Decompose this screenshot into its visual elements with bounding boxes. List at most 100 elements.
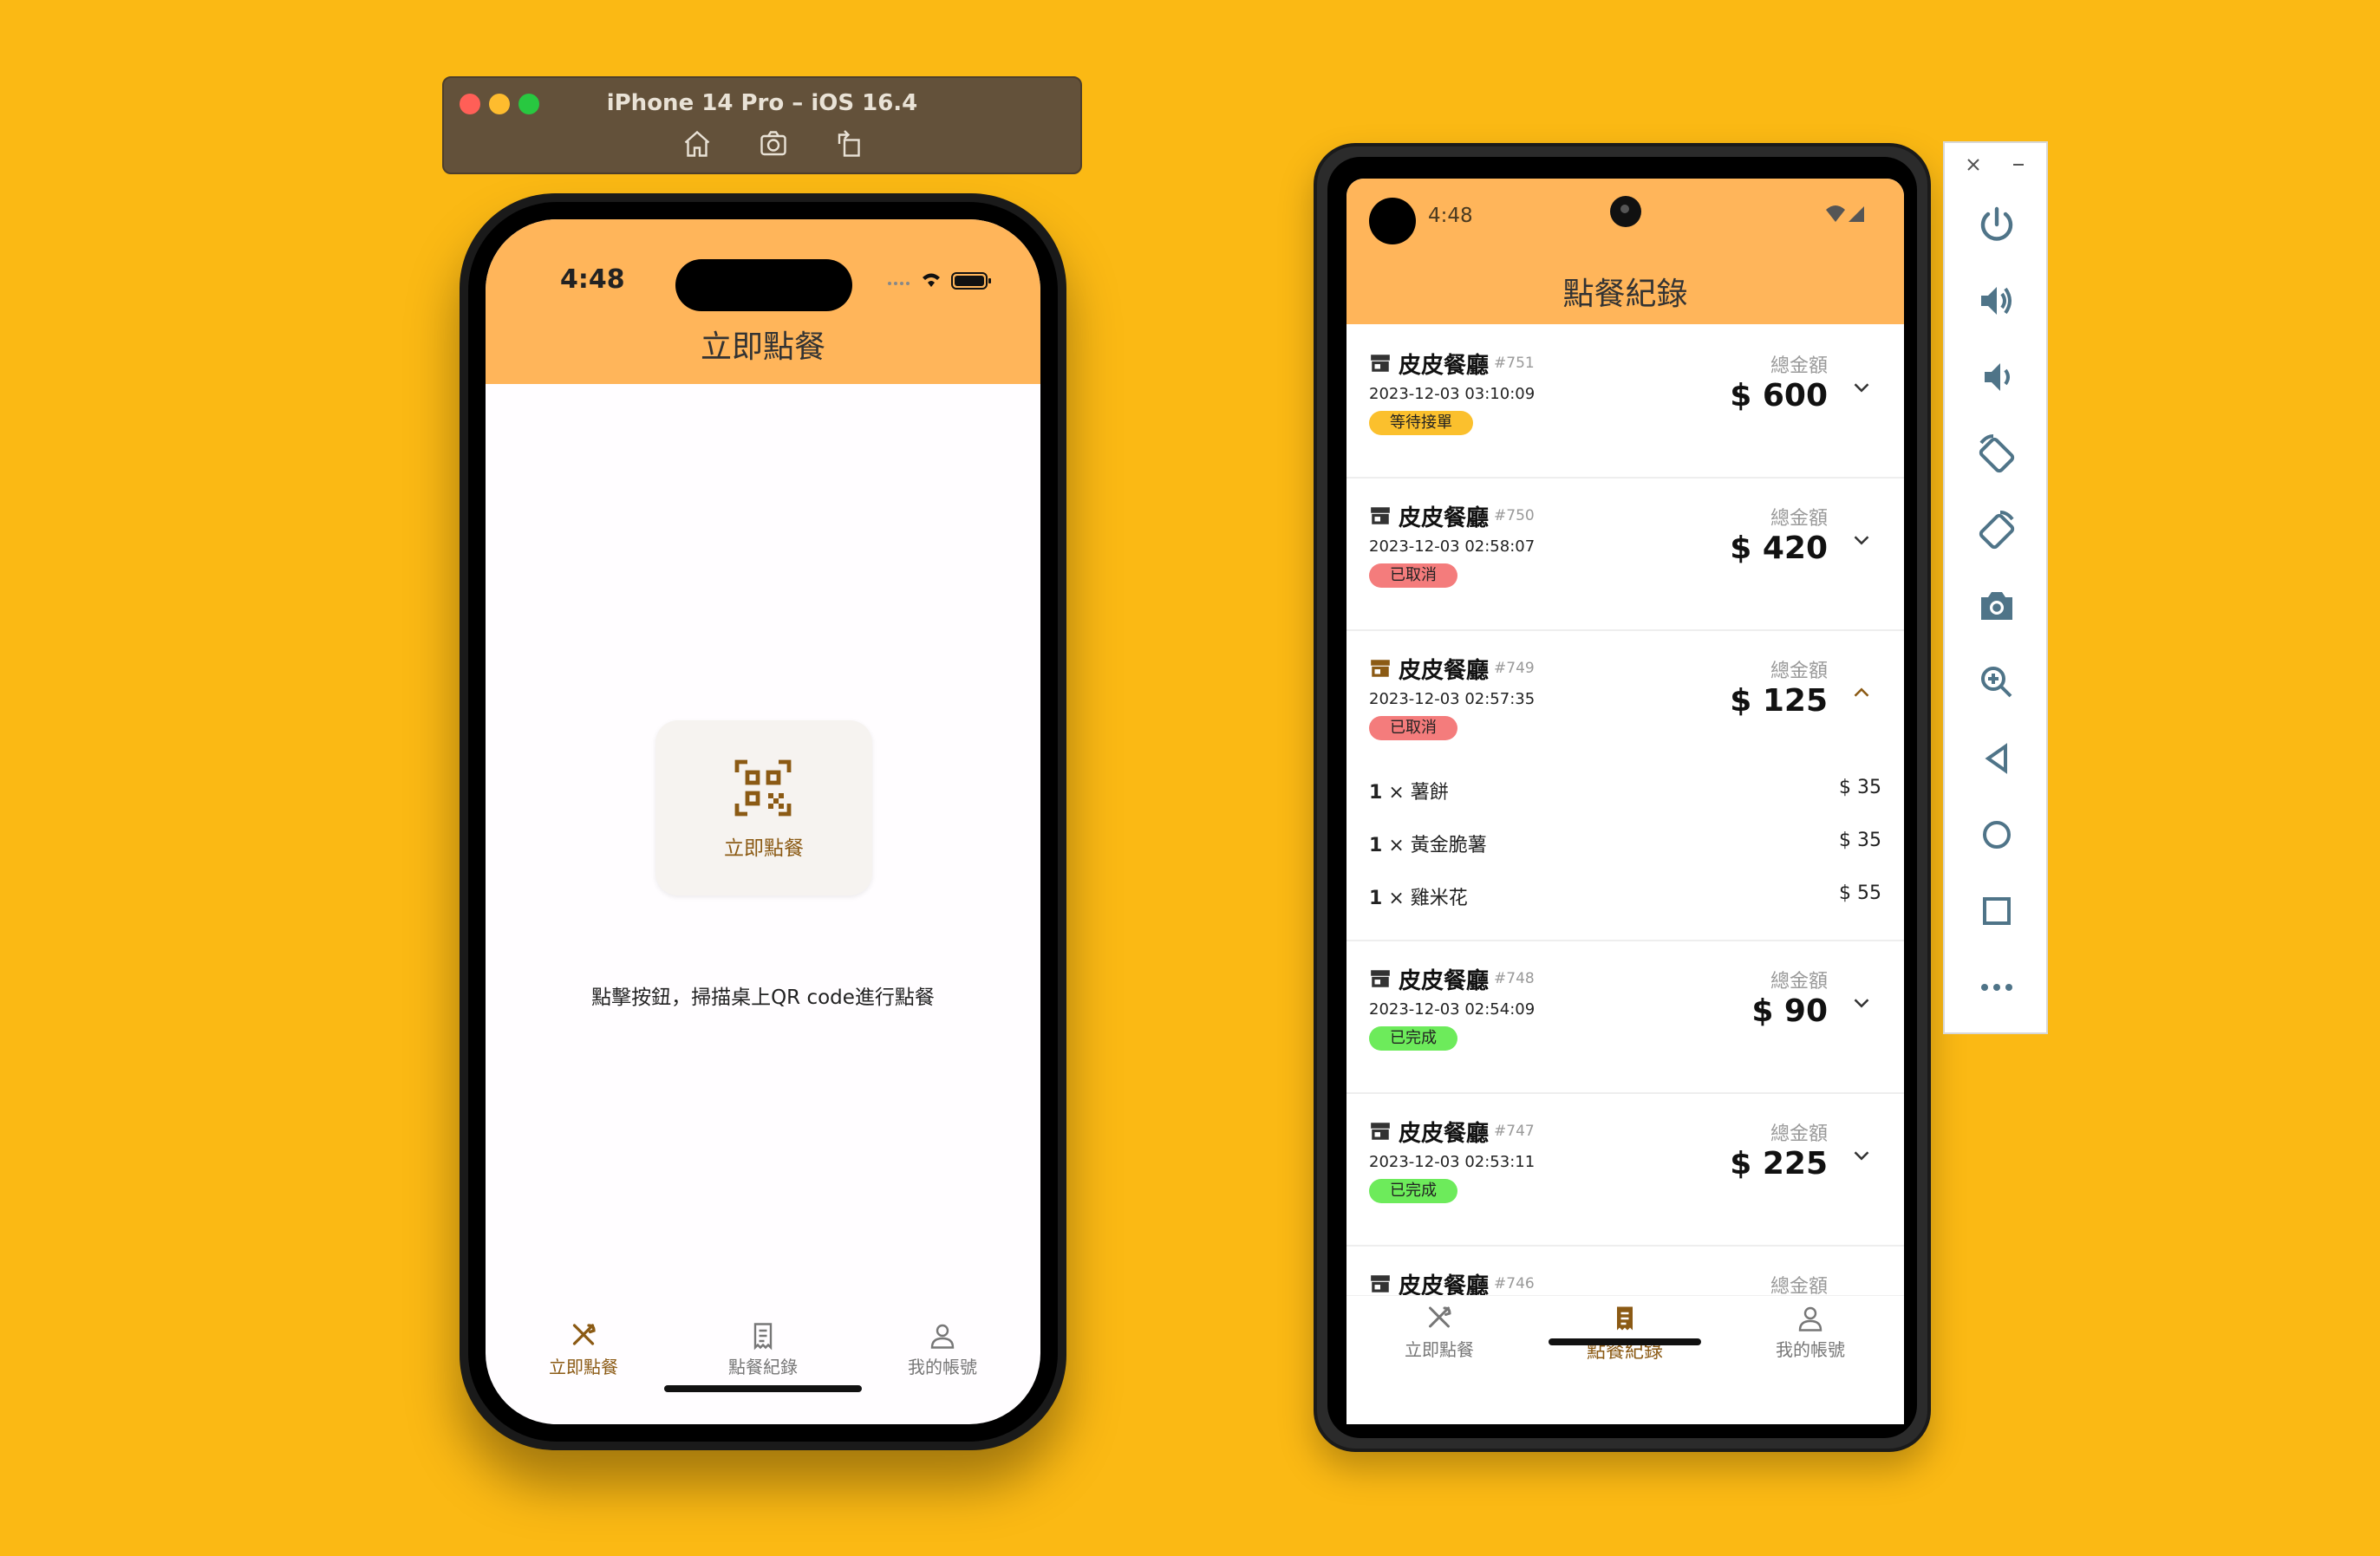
page-title: 點餐紀錄 — [1562, 277, 1688, 312]
nav-tab-account[interactable]: 我的帳號 — [1718, 1303, 1903, 1361]
order-amount: $ 225 — [1730, 1146, 1828, 1182]
item-qty: 1 — [1369, 782, 1383, 804]
order-number: #747 — [1494, 1123, 1535, 1140]
order-item-row: 1 × 薯餅 $ 35 — [1369, 777, 1881, 811]
receipt-icon — [1617, 1306, 1633, 1331]
nav-tab-order-now[interactable]: 立即點餐 — [497, 1320, 670, 1378]
item-name: × 薯餅 — [1388, 782, 1449, 804]
emulator-toolbar — [1943, 141, 2048, 1034]
nav-tab-order-history[interactable]: 點餐紀錄 — [676, 1320, 850, 1378]
store-icon — [1371, 1275, 1390, 1292]
store-icon — [1371, 970, 1390, 987]
order-amount: $ 125 — [1730, 683, 1828, 719]
cell-signal-icon — [1849, 206, 1864, 222]
iphone-screen: 4:48 立即點餐 立即點餐 點擊按鈕，掃描桌上QR code進行點餐 立即點餐… — [486, 219, 1040, 1424]
rotate-icon[interactable] — [834, 128, 869, 163]
dynamic-island — [675, 259, 852, 311]
chevron-down-icon[interactable] — [1849, 1143, 1875, 1169]
order-datetime: 2023-12-03 03:10:09 — [1369, 385, 1536, 403]
back-icon[interactable] — [1976, 738, 2018, 779]
home-icon[interactable] — [681, 128, 716, 163]
total-label: 總金額 — [1770, 508, 1828, 530]
order-datetime: 2023-12-03 02:57:35 — [1369, 690, 1536, 708]
zoom-icon[interactable] — [1976, 661, 2018, 703]
wifi-icon — [923, 273, 940, 287]
volume-up-icon[interactable] — [1976, 280, 2018, 322]
bottom-nav: 立即點餐 點餐紀錄 我的帳號 — [1346, 1295, 1904, 1374]
volume-down-icon[interactable] — [1976, 356, 2018, 398]
home-indicator[interactable] — [664, 1385, 862, 1392]
close-icon[interactable] — [1964, 155, 1983, 174]
order-card[interactable]: 皮皮餐廳 #746 總金額 — [1346, 1245, 1904, 1295]
order-store: 皮皮餐廳 #747 — [1369, 1117, 1535, 1147]
more-icon[interactable] — [1976, 967, 2018, 1008]
rotate-left-icon[interactable] — [1976, 433, 2018, 474]
store-icon — [1371, 1123, 1390, 1140]
battery-icon — [951, 272, 991, 290]
order-card[interactable]: 皮皮餐廳 #747 2023-12-03 02:53:11 已完成 總金額 $ … — [1346, 1092, 1904, 1247]
utensils-icon — [1429, 1306, 1451, 1328]
screenshot-icon[interactable] — [758, 128, 792, 163]
chevron-up-icon[interactable] — [1849, 680, 1875, 706]
order-store: 皮皮餐廳 #750 — [1369, 501, 1535, 531]
camera-icon[interactable] — [1976, 585, 2018, 627]
nav-label: 我的帳號 — [1776, 1339, 1845, 1360]
order-card[interactable]: 皮皮餐廳 #751 2023-12-03 03:10:09 等待接單 總金額 $… — [1346, 324, 1904, 479]
person-icon — [1798, 1306, 1822, 1331]
signal-icon — [888, 282, 910, 285]
order-datetime: 2023-12-03 02:53:11 — [1369, 1153, 1536, 1171]
order-list[interactable]: 皮皮餐廳 #751 2023-12-03 03:10:09 等待接單 總金額 $… — [1346, 324, 1904, 1295]
item-qty: 1 — [1369, 835, 1383, 856]
item-name: × 黃金脆薯 — [1388, 835, 1487, 856]
qr-code-icon — [734, 759, 792, 817]
total-label: 總金額 — [1770, 1276, 1828, 1295]
scan-button-label: 立即點餐 — [724, 837, 804, 860]
chevron-down-icon[interactable] — [1849, 990, 1875, 1016]
nav-tab-account[interactable]: 我的帳號 — [856, 1320, 1029, 1378]
order-amount: $ 90 — [1751, 993, 1828, 1029]
home-icon[interactable] — [1976, 814, 2018, 856]
status-badge: 已完成 — [1369, 1026, 1457, 1051]
power-icon[interactable] — [1976, 204, 2018, 245]
store-name: 皮皮餐廳 — [1399, 657, 1490, 684]
total-label: 總金額 — [1770, 971, 1828, 993]
nav-tab-order-history[interactable]: 點餐紀錄 — [1532, 1303, 1718, 1364]
store-icon — [1371, 355, 1390, 372]
order-card[interactable]: 皮皮餐廳 #750 2023-12-03 02:58:07 已取消 總金額 $ … — [1346, 477, 1904, 631]
android-screen: 4:48 點餐紀錄 皮皮餐廳 #751 2023-12-03 03:10:09 … — [1346, 179, 1904, 1424]
item-price: $ 55 — [1839, 882, 1881, 904]
store-name: 皮皮餐廳 — [1399, 505, 1490, 531]
nav-tab-order-now[interactable]: 立即點餐 — [1346, 1303, 1532, 1361]
order-card-expanded[interactable]: 皮皮餐廳 #749 2023-12-03 02:57:35 已取消 總金額 $ … — [1346, 629, 1904, 941]
total-label: 總金額 — [1770, 355, 1828, 377]
rotate-right-icon[interactable] — [1976, 509, 2018, 550]
emulator-window-controls — [1945, 155, 2050, 181]
chevron-down-icon[interactable] — [1849, 527, 1875, 553]
order-number: #749 — [1494, 660, 1535, 677]
chevron-down-icon[interactable] — [1849, 374, 1875, 400]
status-icons — [1826, 205, 1864, 222]
order-store: 皮皮餐廳 #746 — [1369, 1269, 1535, 1295]
order-amount: $ 600 — [1730, 378, 1828, 413]
item-qty: 1 — [1369, 888, 1383, 909]
store-icon — [1371, 507, 1390, 524]
iphone-device: 4:48 立即點餐 立即點餐 點擊按鈕，掃描桌上QR code進行點餐 立即點餐… — [460, 193, 1066, 1450]
scan-order-button[interactable]: 立即點餐 — [655, 720, 872, 895]
nav-label: 點餐紀錄 — [728, 1357, 798, 1377]
status-badge: 已取消 — [1369, 563, 1457, 588]
order-number: #746 — [1494, 1275, 1535, 1292]
order-datetime: 2023-12-03 02:58:07 — [1369, 537, 1536, 556]
minimize-icon[interactable] — [2009, 155, 2028, 174]
order-card[interactable]: 皮皮餐廳 #748 2023-12-03 02:54:09 已完成 總金額 $ … — [1346, 940, 1904, 1094]
overview-icon[interactable] — [1976, 890, 2018, 932]
utensils-icon — [572, 1324, 596, 1345]
wifi-icon — [1826, 205, 1845, 222]
order-amount: $ 420 — [1730, 531, 1828, 566]
nav-label: 立即點餐 — [1405, 1339, 1474, 1360]
item-price: $ 35 — [1839, 777, 1881, 798]
total-label: 總金額 — [1770, 1123, 1828, 1145]
ios-simulator-titlebar: iPhone 14 Pro – iOS 16.4 — [442, 76, 1082, 174]
page-title: 立即點餐 — [700, 329, 825, 365]
gesture-bar[interactable] — [1549, 1338, 1701, 1345]
order-item-row: 1 × 黃金脆薯 $ 35 — [1369, 830, 1881, 864]
